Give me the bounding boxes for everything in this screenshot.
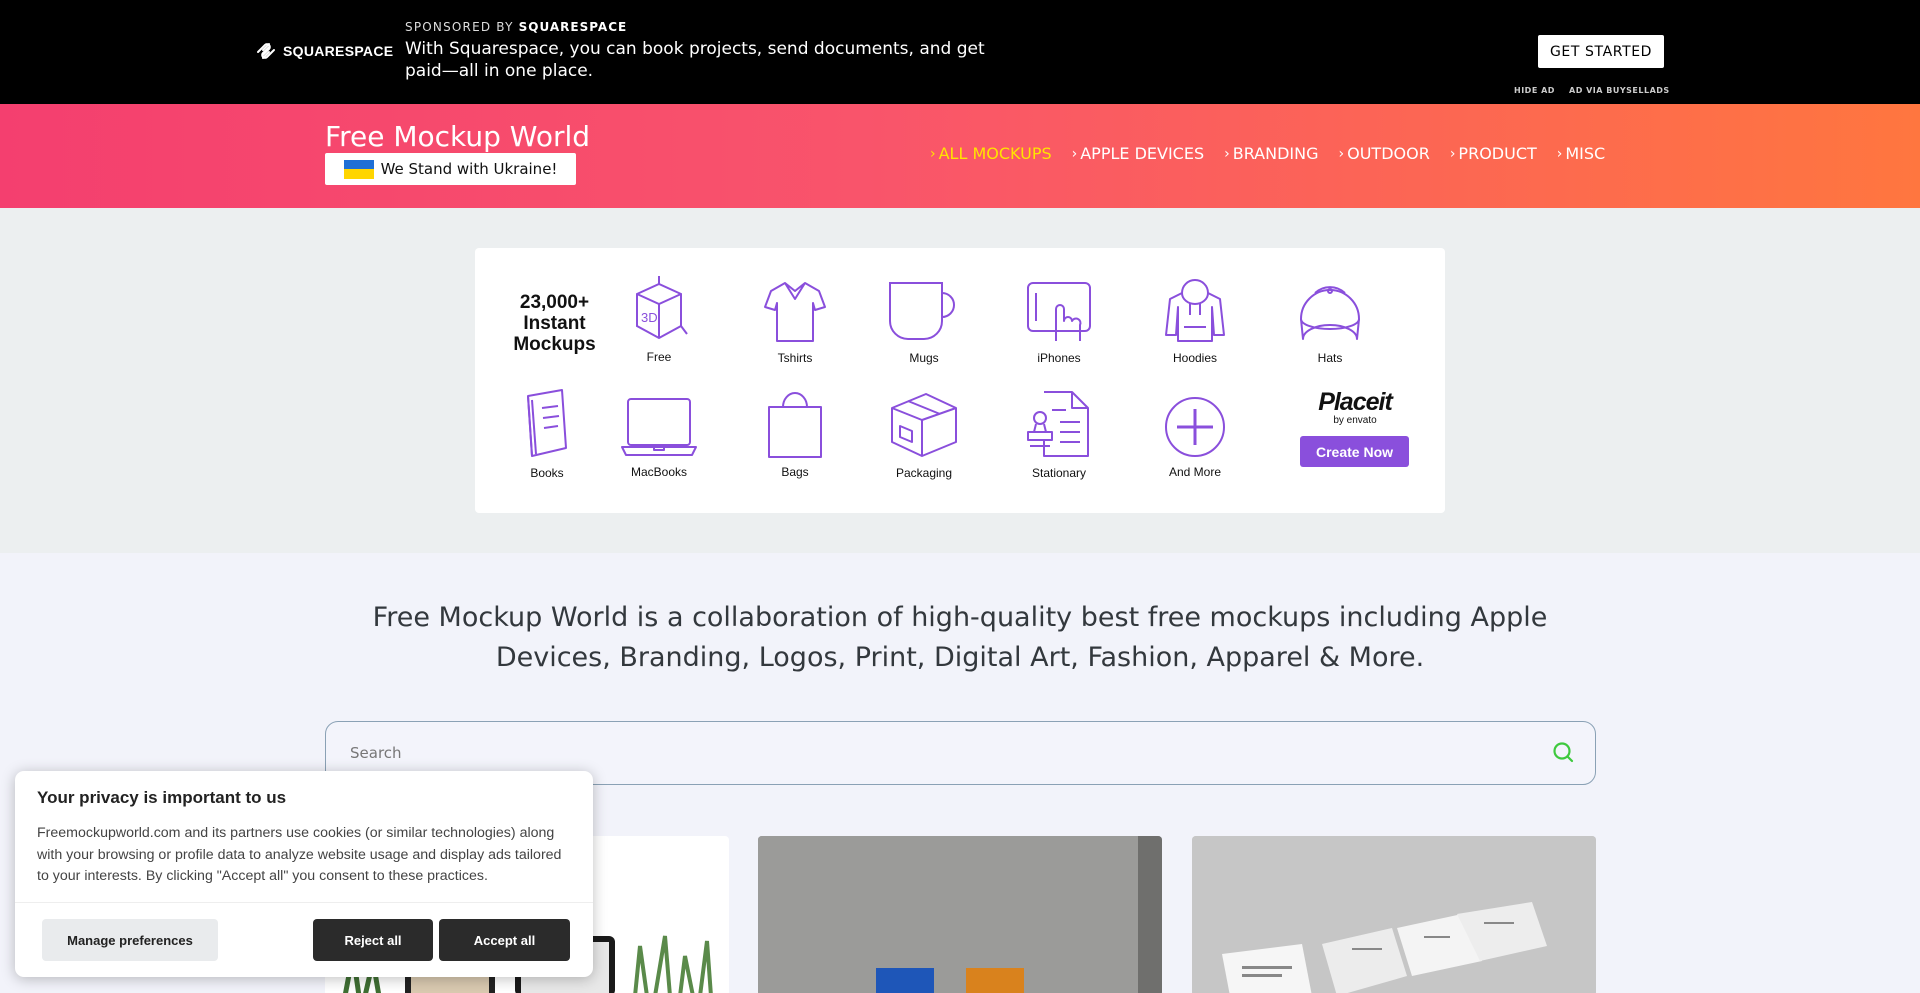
sponsored-brand: SQUARESPACE <box>518 20 628 34</box>
category-mugs[interactable]: Mugs <box>869 279 979 365</box>
placeit-logo-text: Placeit <box>1318 388 1393 416</box>
bag-icon <box>768 392 822 458</box>
tshirt-icon <box>764 282 826 342</box>
chevron-right-icon: › <box>1071 145 1078 162</box>
nav-label: BRANDING <box>1232 144 1319 163</box>
category-free[interactable]: 3D Free <box>604 272 714 364</box>
sponsored-label: SPONSORED BY SQUARESPACE <box>405 20 627 34</box>
nav-label: ALL MOCKUPS <box>938 144 1052 163</box>
chevron-right-icon: › <box>1449 145 1456 162</box>
squarespace-logo-text: SQUARESPACE <box>283 43 394 59</box>
cookie-body: Freemockupworld.com and its partners use… <box>37 825 562 884</box>
envato-byline: by envato <box>1333 415 1377 426</box>
ukraine-badge[interactable]: We Stand with Ukraine! <box>325 153 576 185</box>
count-line-3: Mockups <box>513 334 596 355</box>
category-label: Tshirts <box>777 351 813 365</box>
category-label: Stationary <box>1031 466 1087 480</box>
category-iphones[interactable]: iPhones <box>1004 279 1114 365</box>
reject-all-button[interactable]: Reject all <box>313 919 433 961</box>
mockup-card-2[interactable] <box>758 836 1162 993</box>
category-label: Mugs <box>909 351 939 365</box>
category-label: Packaging <box>895 466 953 480</box>
hide-ad-link[interactable]: HIDE AD <box>1514 86 1555 95</box>
count-line-2: Instant <box>523 313 586 334</box>
stationary-stamp-icon <box>1027 391 1089 457</box>
ukraine-flag-icon <box>343 159 374 179</box>
cookie-title: Your privacy is important to us <box>37 788 287 807</box>
nav-label: MISC <box>1565 144 1606 163</box>
count-line-1: 23,000+ <box>519 292 590 313</box>
category-hats[interactable]: Hats <box>1275 279 1385 365</box>
category-label: Hoodies <box>1172 351 1218 365</box>
ad-via-link[interactable]: AD VIA BUYSELLADS <box>1569 86 1670 95</box>
ad-text[interactable]: With Squarespace, you can book projects,… <box>405 38 995 82</box>
ukraine-badge-label: We Stand with Ukraine! <box>380 160 558 178</box>
squarespace-logo-icon <box>257 43 275 59</box>
category-label: Hats <box>1317 351 1343 365</box>
category-and-more[interactable]: And More <box>1140 395 1250 479</box>
main-nav: › ALL MOCKUPS › APPLE DEVICES › BRANDING › O… <box>930 144 1605 163</box>
svg-text:3D: 3D <box>641 310 658 325</box>
category-packaging[interactable]: Packaging <box>869 390 979 480</box>
card-2-thumbnail <box>758 836 1162 993</box>
manage-preferences-button[interactable]: Manage preferences <box>42 919 218 961</box>
cookie-divider <box>15 902 593 903</box>
macbook-icon <box>621 398 697 456</box>
category-hoodies[interactable]: Hoodies <box>1140 279 1250 365</box>
sponsored-ad-bar: SQUARESPACE SPONSORED BY SQUARESPACE Wit… <box>0 0 1920 104</box>
category-label: Free <box>646 350 672 364</box>
plus-circle-icon <box>1165 397 1225 457</box>
category-books[interactable]: Books <box>492 388 602 480</box>
squarespace-logo[interactable]: SQUARESPACE <box>255 42 393 60</box>
cookie-consent-dialog: Your privacy is important to us Freemock… <box>15 771 593 977</box>
placeit-logo[interactable]: Placeit by envato <box>1315 390 1395 427</box>
category-label: iPhones <box>1037 351 1081 365</box>
category-bags[interactable]: Bags <box>740 385 850 479</box>
nav-misc[interactable]: › MISC <box>1557 144 1605 163</box>
nav-label: APPLE DEVICES <box>1080 144 1205 163</box>
category-tshirts[interactable]: Tshirts <box>740 279 850 365</box>
intro-text: Free Mockup World is a collaboration of … <box>372 602 1548 673</box>
category-stationary[interactable]: Stationary <box>1004 390 1114 480</box>
sponsored-prefix: SPONSORED BY <box>405 20 514 34</box>
chevron-right-icon: › <box>1338 145 1345 162</box>
get-started-button[interactable]: GET STARTED <box>1538 35 1664 68</box>
nav-all-mockups[interactable]: › ALL MOCKUPS <box>930 144 1052 163</box>
category-label: MacBooks <box>630 465 688 479</box>
iphone-icon <box>1027 282 1091 341</box>
book-icon <box>527 389 567 457</box>
site-header: Free Mockup World We Stand with Ukraine!… <box>0 104 1920 208</box>
chevron-right-icon: › <box>1556 145 1563 162</box>
nav-apple-devices[interactable]: › APPLE DEVICES <box>1072 144 1205 163</box>
hoodie-icon <box>1165 279 1225 342</box>
chevron-right-icon: › <box>930 145 936 162</box>
package-box-icon <box>891 393 957 457</box>
search-icon[interactable] <box>1551 741 1575 765</box>
3d-box-icon: 3D <box>636 276 688 340</box>
chevron-right-icon: › <box>1224 145 1230 162</box>
category-label: Bags <box>781 465 809 479</box>
accept-all-button[interactable]: Accept all <box>439 919 570 961</box>
nav-branding[interactable]: › BRANDING <box>1224 144 1318 163</box>
nav-outdoor[interactable]: › OUTDOOR <box>1339 144 1430 163</box>
placeit-banner[interactable]: 23,000+ Instant Mockups 3D Free Tshirts … <box>475 248 1445 513</box>
site-title[interactable]: Free Mockup World <box>325 120 590 153</box>
nav-product[interactable]: › PRODUCT <box>1450 144 1537 163</box>
nav-label: PRODUCT <box>1458 144 1537 163</box>
category-label: And More <box>1168 465 1222 479</box>
mug-icon <box>889 282 955 340</box>
search-input[interactable] <box>350 740 1500 766</box>
mockup-card-3[interactable] <box>1192 836 1596 993</box>
create-now-button[interactable]: Create Now <box>1300 436 1409 467</box>
placeit-count: 23,000+ Instant Mockups <box>497 292 612 355</box>
card-3-thumbnail <box>1192 836 1596 993</box>
hat-icon <box>1300 286 1360 340</box>
category-label: Books <box>530 466 564 480</box>
nav-label: OUTDOOR <box>1347 144 1430 163</box>
category-macbooks[interactable]: MacBooks <box>604 395 714 479</box>
